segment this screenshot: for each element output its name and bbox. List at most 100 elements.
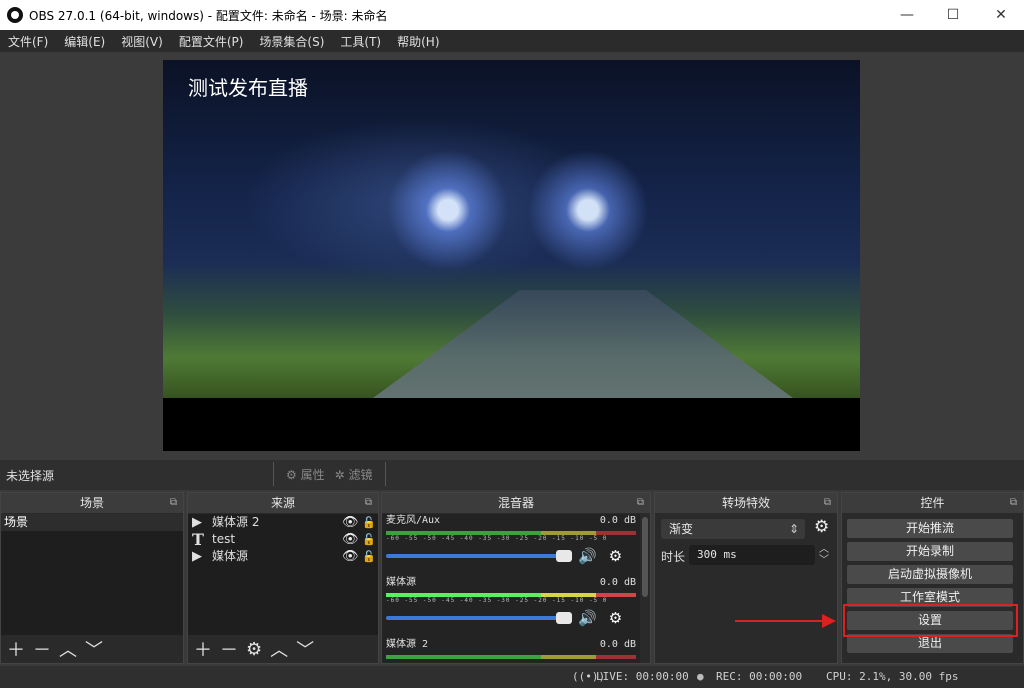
eye-icon[interactable]: 👁 (342, 531, 362, 548)
start-recording-button[interactable]: 开始录制 (847, 542, 1013, 561)
menu-edit[interactable]: 编辑(E) (56, 33, 113, 50)
transition-value: 渐变 (669, 522, 694, 536)
status-bar: ((•)) LIVE: 00:00:00 ● REC: 00:00:00 CPU… (0, 666, 1024, 688)
source-toolbar: 未选择源 (0, 460, 1024, 490)
channel-level: 0.0 dB (599, 577, 636, 588)
add-icon[interactable]: ＋ (7, 636, 25, 662)
float-icon[interactable]: ⧉ (170, 493, 177, 513)
source-props-bar: ⚙ 属性 ✲ 滤镜 (273, 462, 386, 486)
menu-tools[interactable]: 工具(T) (332, 33, 389, 50)
maximize-button[interactable]: ☐ (930, 0, 976, 30)
channel-name: 媒体源 (386, 577, 416, 588)
transition-select[interactable]: 渐变 ⇕ (661, 519, 805, 539)
mixer-scrollbar[interactable] (642, 517, 648, 597)
move-up-icon[interactable]: ︿ (59, 636, 77, 662)
properties-button[interactable]: ⚙ 属性 (286, 466, 325, 483)
scenes-dock: 场景 ⧉ 场景 ＋ － ︿ ﹀ (0, 492, 184, 664)
mixer-channels: 麦克风/Aux 0.0 dB -60 -55 -50 -45 -40 -35 -3… (382, 514, 640, 663)
transitions-dock-header: 转场特效 ⧉ (655, 493, 837, 513)
move-down-icon[interactable]: ﹀ (85, 636, 103, 662)
gear-icon[interactable]: ⚙ (246, 639, 262, 660)
close-button[interactable]: ✕ (978, 0, 1024, 30)
window-title: OBS 27.0.1 (64-bit, windows) - 配置文件: 未命名… (29, 8, 388, 23)
settings-highlight-box (843, 604, 1018, 637)
volume-slider-handle[interactable] (556, 550, 572, 562)
source-item[interactable]: T test 👁 🔓 (188, 531, 378, 548)
mixer-channel: 媒体源 2 0.0 dB (382, 638, 640, 663)
source-item[interactable]: ▶ 媒体源 2 👁 🔓 (188, 514, 378, 531)
duration-input[interactable]: 300 ms (689, 545, 815, 565)
transitions-dock: 转场特效 ⧉ 渐变 ⇕ ⚙ 时长 300 ms ︿ ﹀ (654, 492, 838, 664)
mixer-dock: 混音器 ⧉ 麦克风/Aux 0.0 dB -60 -55 -50 -45 -40 -… (381, 492, 651, 664)
controls-dock-header: 控件 ⧉ (842, 493, 1023, 513)
menu-profile[interactable]: 配置文件(P) (171, 33, 252, 50)
sources-dock: 来源 ⧉ ▶ 媒体源 2 👁 🔓 T test 👁 🔓 ▶ 媒体源 👁 🔓 ＋ －… (187, 492, 379, 664)
menu-bar: 文件(F) 编辑(E) 视图(V) 配置文件(P) 场景集合(S) 工具(T) … (0, 30, 1024, 52)
float-icon[interactable]: ⧉ (824, 493, 831, 513)
sources-toolbar: ＋ － ⚙ ︿ ﹀ (188, 635, 378, 663)
float-icon[interactable]: ⧉ (365, 493, 372, 513)
add-icon[interactable]: ＋ (194, 636, 212, 662)
channel-level: 0.0 dB (599, 515, 636, 526)
lock-icon[interactable]: 🔓 (362, 548, 378, 565)
move-down-icon[interactable]: ﹀ (296, 636, 314, 662)
title-bar: OBS 27.0.1 (64-bit, windows) - 配置文件: 未命名… (0, 0, 1024, 30)
remove-icon[interactable]: － (220, 636, 238, 662)
preview-canvas[interactable]: 测试发布直播 (163, 60, 860, 451)
volume-slider[interactable] (386, 550, 572, 562)
menu-scene-collection[interactable]: 场景集合(S) (251, 33, 332, 50)
move-up-icon[interactable]: ︿ (270, 636, 288, 662)
controls-dock: 控件 ⧉ 开始推流 开始录制 启动虚拟摄像机 工作室模式 设置 退出 (841, 492, 1024, 664)
gear-icon[interactable]: ⚙ (609, 547, 622, 565)
obs-logo-icon (7, 7, 23, 23)
channel-level: 0.0 dB (599, 639, 636, 650)
record-dot-icon: ● (697, 670, 704, 683)
source-name: 媒体源 2 (212, 515, 260, 529)
annotation-arrow-head (822, 614, 836, 628)
media-source-icon: ▶ (192, 549, 202, 564)
start-virtual-camera-button[interactable]: 启动虚拟摄像机 (847, 565, 1013, 584)
volume-meter (386, 655, 636, 659)
meter-ticks: -60 -55 -50 -45 -40 -35 -30 -25 -20 -15 … (386, 535, 608, 542)
sources-dock-header: 来源 ⧉ (188, 493, 378, 513)
scene-item[interactable]: 场景 (1, 514, 183, 531)
speaker-icon[interactable]: 🔊 (578, 609, 597, 627)
channel-name: 媒体源 2 (386, 639, 429, 650)
minimize-button[interactable]: — (884, 0, 930, 30)
mixer-dock-header: 混音器 ⧉ (382, 493, 650, 513)
lock-icon[interactable]: 🔓 (362, 514, 378, 531)
channel-name: 麦克风/Aux (386, 515, 441, 526)
source-item[interactable]: ▶ 媒体源 👁 🔓 (188, 548, 378, 565)
filter-icon: ✲ (334, 467, 345, 482)
speaker-icon[interactable]: 🔊 (578, 547, 597, 565)
gear-icon[interactable]: ⚙ (609, 609, 622, 627)
eye-icon[interactable]: 👁 (342, 514, 362, 531)
remove-icon[interactable]: － (33, 636, 51, 662)
duration-value: 300 ms (697, 548, 737, 561)
source-name: 媒体源 (212, 549, 249, 563)
gear-icon: ⚙ (286, 467, 297, 482)
preview-area: 测试发布直播 (0, 52, 1024, 460)
float-icon[interactable]: ⧉ (637, 493, 644, 513)
scenes-dock-header: 场景 ⧉ (1, 493, 183, 513)
preview-overlay-text: 测试发布直播 (188, 76, 308, 100)
start-streaming-button[interactable]: 开始推流 (847, 519, 1013, 538)
media-source-icon: ▶ (192, 515, 202, 530)
lock-icon[interactable]: 🔓 (362, 531, 378, 548)
spin-buttons[interactable]: ︿ ﹀ (819, 544, 829, 566)
rec-time: REC: 00:00:00 (716, 670, 803, 683)
gear-icon[interactable]: ⚙ (814, 517, 829, 537)
volume-slider[interactable] (386, 612, 572, 624)
menu-file[interactable]: 文件(F) (0, 33, 56, 50)
filters-button[interactable]: ✲ 滤镜 (335, 466, 373, 483)
eye-icon[interactable]: 👁 (342, 548, 362, 565)
scenes-list: 场景 (1, 514, 183, 635)
float-icon[interactable]: ⧉ (1010, 493, 1017, 513)
sources-list: ▶ 媒体源 2 👁 🔓 T test 👁 🔓 ▶ 媒体源 👁 🔓 (188, 514, 378, 635)
mixer-channel: 媒体源 0.0 dB -60 -55 -50 -45 -40 -35 -30 -2… (382, 576, 640, 638)
menu-view[interactable]: 视图(V) (113, 33, 171, 50)
volume-slider-handle[interactable] (556, 612, 572, 624)
meter-ticks: -60 -55 -50 -45 -40 -35 -30 -25 -20 -15 … (386, 597, 608, 604)
menu-help[interactable]: 帮助(H) (389, 33, 447, 50)
cpu-fps: CPU: 2.1%, 30.00 fps (826, 670, 959, 683)
